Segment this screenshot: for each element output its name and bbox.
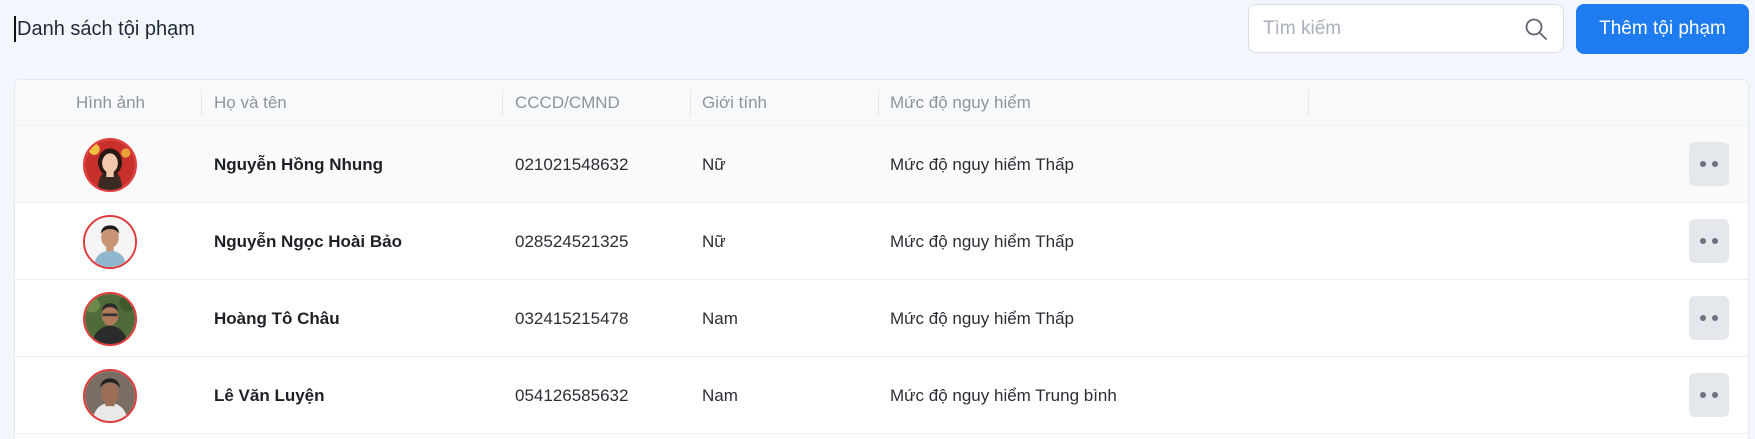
criminal-gender: Nữ xyxy=(702,155,726,174)
criminal-danger-level: Mức độ nguy hiểm Thấp xyxy=(890,309,1074,328)
dot-icon xyxy=(1700,238,1706,244)
criminal-name: Hoàng Tô Châu xyxy=(214,309,340,328)
dot-icon xyxy=(1700,315,1706,321)
criminal-gender: Nam xyxy=(702,309,738,328)
search-icon[interactable] xyxy=(1523,16,1549,42)
criminal-table: Hình ảnh Họ và tên CCCD/CMND Giới tính M… xyxy=(14,79,1749,439)
avatar xyxy=(83,138,137,192)
table-header: Hình ảnh Họ và tên CCCD/CMND Giới tính M… xyxy=(15,80,1748,126)
criminal-gender: Nam xyxy=(702,386,738,405)
column-divider xyxy=(502,90,503,116)
table-row[interactable]: Hoàng Tô Châu 032415215478 Nam Mức độ ng… xyxy=(15,280,1748,357)
column-divider xyxy=(201,90,202,116)
more-actions-button[interactable] xyxy=(1689,219,1729,263)
column-divider xyxy=(878,90,879,116)
dot-icon xyxy=(1712,238,1718,244)
avatar xyxy=(83,215,137,269)
column-header-image[interactable]: Hình ảnh xyxy=(76,80,145,126)
criminal-danger-level: Mức độ nguy hiểm Trung bình xyxy=(890,386,1117,405)
dot-icon xyxy=(1712,315,1718,321)
criminal-name: Nguyễn Ngọc Hoài Bảo xyxy=(214,232,402,251)
criminal-name: Nguyễn Hồng Nhung xyxy=(214,155,384,174)
column-header-gender[interactable]: Giới tính xyxy=(702,80,767,126)
column-divider xyxy=(1308,90,1309,116)
criminal-danger-level: Mức độ nguy hiểm Thấp xyxy=(890,232,1074,251)
dot-icon xyxy=(1700,161,1706,167)
dot-icon xyxy=(1712,161,1718,167)
avatar xyxy=(83,369,137,423)
search-input[interactable] xyxy=(1263,17,1523,40)
more-actions-button[interactable] xyxy=(1689,142,1729,186)
criminal-id: 028524521325 xyxy=(515,232,629,251)
criminal-gender: Nữ xyxy=(702,232,726,251)
criminal-id: 054126585632 xyxy=(515,386,629,405)
dot-icon xyxy=(1712,392,1718,398)
column-header-name[interactable]: Họ và tên xyxy=(214,80,287,126)
search-box[interactable] xyxy=(1248,4,1564,53)
criminal-id: 032415215478 xyxy=(515,309,629,328)
more-actions-button[interactable] xyxy=(1689,373,1729,417)
add-criminal-button[interactable]: Thêm tội phạm xyxy=(1576,4,1749,54)
page: Danh sách tội phạm Thêm tội phạm Hình ản… xyxy=(0,0,1755,439)
criminal-danger-level: Mức độ nguy hiểm Thấp xyxy=(890,155,1074,174)
column-divider xyxy=(690,90,691,116)
more-actions-button[interactable] xyxy=(1689,296,1729,340)
dot-icon xyxy=(1700,392,1706,398)
table-row[interactable]: Nguyễn Ngọc Hoài Bảo 028524521325 Nữ Mức… xyxy=(15,203,1748,280)
criminal-name: Lê Văn Luyện xyxy=(214,386,325,405)
page-title: Danh sách tội phạm xyxy=(14,16,195,42)
column-header-danger-level[interactable]: Mức độ nguy hiểm xyxy=(890,80,1031,126)
table-row[interactable]: Lê Văn Luyện 054126585632 Nam Mức độ ngu… xyxy=(15,357,1748,434)
criminal-id: 021021548632 xyxy=(515,155,629,174)
table-row[interactable]: Nguyễn Hồng Nhung 021021548632 Nữ Mức độ… xyxy=(15,126,1748,203)
column-header-id[interactable]: CCCD/CMND xyxy=(515,80,620,126)
avatar xyxy=(83,292,137,346)
